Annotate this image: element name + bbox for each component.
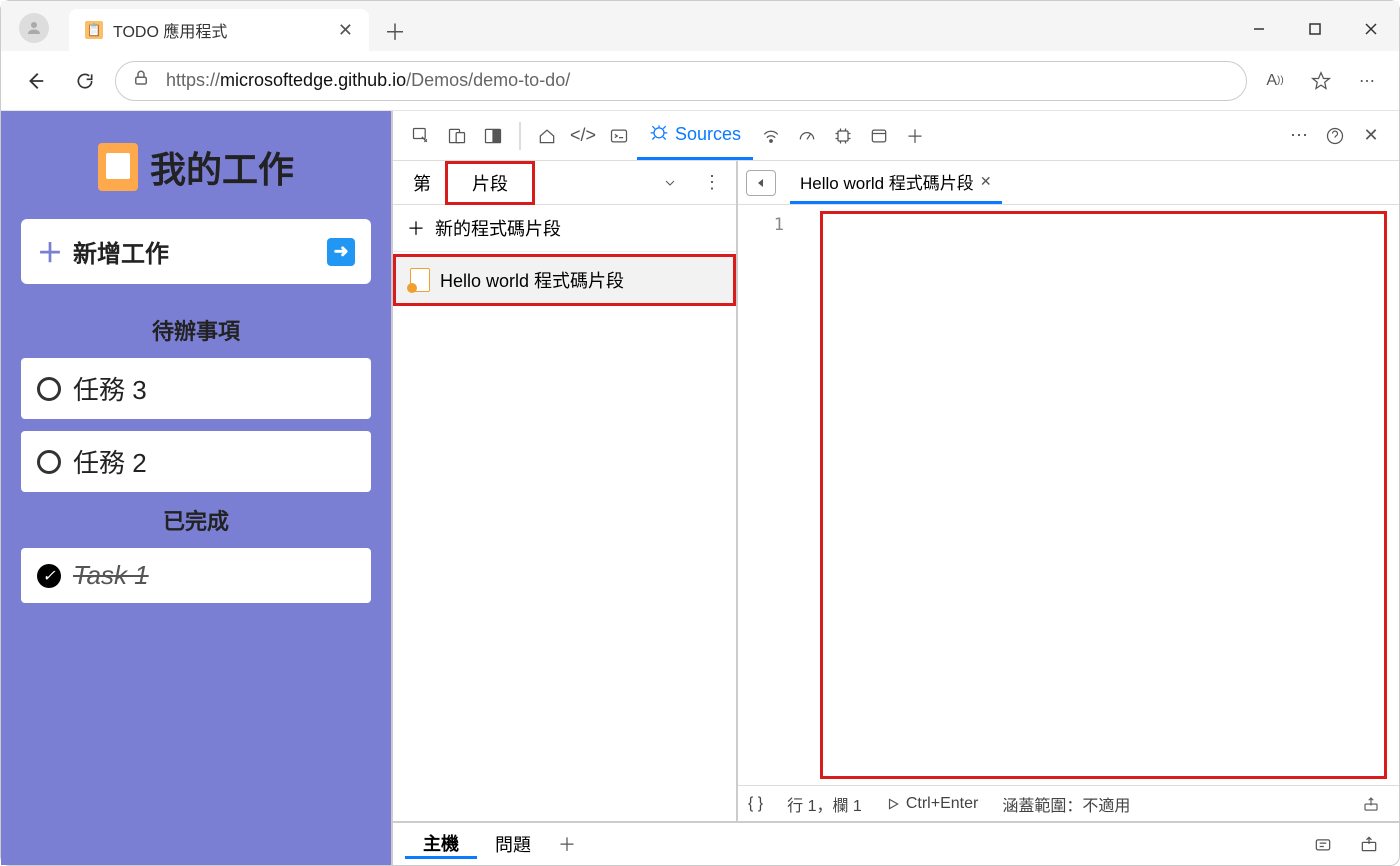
submit-arrow-icon[interactable]: ➜ <box>327 238 355 266</box>
more-tools-button[interactable]: ⋯ <box>1281 118 1317 154</box>
nav-kebab-icon[interactable]: ⋮ <box>694 165 730 201</box>
add-task-label: 新增工作 <box>73 234 169 269</box>
upload-icon[interactable] <box>1353 786 1389 822</box>
devtools-toolbar: </> Sources ＋ ⋯ ✕ <box>393 111 1399 161</box>
snippet-name: Hello world 程式碼片段 <box>440 267 624 293</box>
code-editor[interactable]: 1 <box>738 205 1399 785</box>
app-title: 我的工作 <box>21 141 371 193</box>
drawer-add-tab[interactable]: ＋ <box>549 826 585 862</box>
elements-icon[interactable]: </> <box>565 118 601 154</box>
close-file-icon[interactable]: ✕ <box>980 173 992 190</box>
task-item-done[interactable]: ✓ Task 1 <box>21 548 371 603</box>
editor-status-bar: { } 行 1，欄 1 Ctrl+Enter 涵蓋範圍：不適用 <box>738 785 1399 821</box>
checked-icon[interactable]: ✓ <box>37 564 61 588</box>
new-snippet-button[interactable]: ＋ 新的程式碼片段 <box>393 205 736 252</box>
snippet-file-icon <box>410 268 430 292</box>
tab-title: TODO 應用程式 <box>113 18 227 42</box>
app-heading: 我的工作 <box>150 141 294 193</box>
add-tab-button[interactable]: ＋ <box>897 118 933 154</box>
coverage-label: 涵蓋範圍：不適用 <box>1002 792 1130 816</box>
devtools-drawer: 主機 問題 ＋ <box>393 821 1399 865</box>
run-snippet-button[interactable]: Ctrl+Enter <box>886 795 978 813</box>
toggle-navigator-button[interactable] <box>746 170 776 196</box>
help-button[interactable] <box>1317 118 1353 154</box>
pending-header: 待辦事項 <box>21 314 371 346</box>
sources-label: Sources <box>675 124 741 145</box>
title-bar: 📋 TODO 應用程式 ✕ ＋ <box>1 1 1399 51</box>
favorite-button[interactable] <box>1303 63 1339 99</box>
plus-icon: ＋ <box>37 233 63 270</box>
task-label: 任務 2 <box>73 443 147 480</box>
format-button[interactable]: { } <box>748 795 763 813</box>
task-item[interactable]: 任務 2 <box>21 431 371 492</box>
url-box[interactable]: https://microsoftedge.github.io/Demos/de… <box>115 61 1247 101</box>
inspect-icon[interactable] <box>403 118 439 154</box>
device-icon[interactable] <box>439 118 475 154</box>
plus-icon: ＋ <box>407 215 425 241</box>
drawer-tab-issues[interactable]: 問題 <box>477 831 549 857</box>
url-path: /Demos/demo-to-do/ <box>406 70 570 91</box>
unchecked-icon[interactable] <box>37 450 61 474</box>
welcome-icon[interactable] <box>529 118 565 154</box>
navigator-pane: 第 片段 ⋮ ＋ 新的程式碼片段 Hello world 程式碼片段 <box>393 161 738 821</box>
unchecked-icon[interactable] <box>37 377 61 401</box>
dock-icon[interactable] <box>475 118 511 154</box>
maximize-button[interactable] <box>1287 7 1343 51</box>
new-snippet-label: 新的程式碼片段 <box>435 215 561 241</box>
network-icon[interactable] <box>753 118 789 154</box>
tab-close-icon[interactable]: ✕ <box>338 20 353 41</box>
new-tab-button[interactable]: ＋ <box>375 11 415 51</box>
minimize-button[interactable] <box>1231 7 1287 51</box>
cursor-position: 行 1，欄 1 <box>787 792 862 816</box>
highlight-box <box>820 211 1387 779</box>
performance-icon[interactable] <box>789 118 825 154</box>
file-tab-label: Hello world 程式碼片段 <box>800 169 974 194</box>
close-window-button[interactable] <box>1343 7 1399 51</box>
todo-app: 我的工作 ＋ 新增工作 ➜ 待辦事項 任務 3 任務 2 已完成 ✓ Task 1 <box>1 111 391 865</box>
devtools: </> Sources ＋ ⋯ ✕ 第 片段 <box>391 111 1399 865</box>
close-devtools-button[interactable]: ✕ <box>1353 118 1389 154</box>
drawer-tab-console[interactable]: 主機 <box>405 830 477 859</box>
more-tabs-icon[interactable] <box>652 165 688 201</box>
task-label: Task 1 <box>73 560 149 591</box>
clipboard-icon <box>98 143 138 191</box>
browser-tab[interactable]: 📋 TODO 應用程式 ✕ <box>69 9 369 51</box>
snippet-item[interactable]: Hello world 程式碼片段 <box>393 254 736 306</box>
line-number: 1 <box>738 205 794 785</box>
drawer-issues-icon[interactable] <box>1305 826 1341 862</box>
editor-pane: Hello world 程式碼片段 ✕ 1 { } 行 1，欄 1 Ctrl+E… <box>738 161 1399 821</box>
url-prefix: https:// <box>166 70 220 91</box>
add-task-button[interactable]: ＋ 新增工作 ➜ <box>21 219 371 284</box>
tab-favicon-icon: 📋 <box>85 21 103 39</box>
refresh-button[interactable] <box>65 61 105 101</box>
console-icon[interactable] <box>601 118 637 154</box>
completed-header: 已完成 <box>21 504 371 536</box>
nav-tab-snippets[interactable]: 片段 <box>445 161 535 205</box>
read-aloud-button[interactable]: A)) <box>1257 63 1293 99</box>
url-host: microsoftedge.github.io <box>220 70 406 91</box>
editor-file-tab[interactable]: Hello world 程式碼片段 ✕ <box>790 162 1002 204</box>
profile-icon[interactable] <box>19 13 49 43</box>
task-label: 任務 3 <box>73 370 147 407</box>
drawer-expand-icon[interactable] <box>1351 826 1387 862</box>
task-item[interactable]: 任務 3 <box>21 358 371 419</box>
address-bar: https://microsoftedge.github.io/Demos/de… <box>1 51 1399 111</box>
nav-tab-page[interactable]: 第 <box>399 170 445 196</box>
back-button[interactable] <box>15 61 55 101</box>
run-shortcut: Ctrl+Enter <box>906 795 978 813</box>
lock-icon <box>132 69 150 92</box>
memory-icon[interactable] <box>825 118 861 154</box>
bug-icon <box>649 122 669 147</box>
sources-tab[interactable]: Sources <box>637 112 753 160</box>
more-button[interactable]: ⋯ <box>1349 63 1385 99</box>
application-icon[interactable] <box>861 118 897 154</box>
